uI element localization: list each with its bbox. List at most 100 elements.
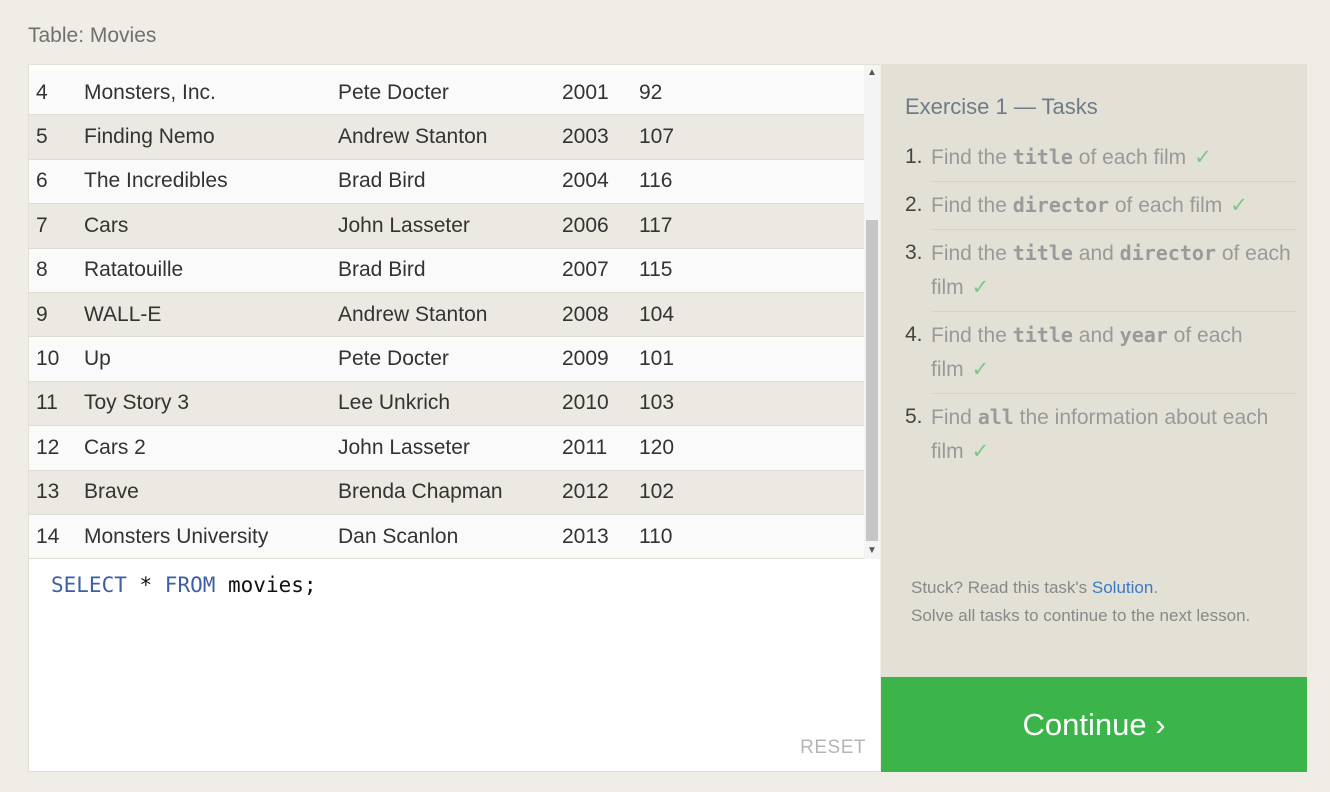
cell-length: 92 <box>639 80 663 104</box>
sql-keyword-from: FROM <box>164 573 216 597</box>
cell-year: 2009 <box>562 347 609 371</box>
cell-director: Brad Bird <box>338 169 426 193</box>
table-row: 7 Cars John Lasseter 2006 117 <box>29 204 864 249</box>
task-divider <box>931 393 1297 394</box>
cell-director: Andrew Stanton <box>338 302 488 326</box>
task-number: 4. <box>905 323 923 346</box>
scroll-down-arrow-icon[interactable]: ▼ <box>864 543 880 559</box>
cell-year: 2012 <box>562 480 609 504</box>
help-text: Stuck? Read this task's Solution. Solve … <box>911 574 1271 630</box>
cell-id: 7 <box>36 213 48 237</box>
cell-year: 2001 <box>562 80 609 104</box>
cell-length: 120 <box>639 435 675 459</box>
cell-id: 13 <box>36 480 60 504</box>
task-divider <box>931 311 1297 312</box>
cell-year: 2004 <box>562 169 609 193</box>
task-number: 3. <box>905 241 923 264</box>
cell-year: 2003 <box>562 125 609 149</box>
checkmark-icon: ✓ <box>1230 194 1248 217</box>
cell-length: 101 <box>639 347 675 371</box>
cell-director: John Lasseter <box>338 435 470 459</box>
task-text: and <box>1072 324 1120 347</box>
cell-title: The Incredibles <box>84 169 228 193</box>
task-item: 2. Find the director of each film ✓ <box>905 188 1297 230</box>
task-text: Find the <box>931 324 1013 347</box>
cell-title: Finding Nemo <box>84 125 215 149</box>
checkmark-icon: ✓ <box>971 440 990 463</box>
table-row: 5 Finding Nemo Andrew Stanton 2003 107 <box>29 115 864 160</box>
scroll-up-arrow-icon[interactable]: ▲ <box>864 65 880 81</box>
cell-id: 9 <box>36 302 48 326</box>
task-text: Find the <box>931 194 1013 217</box>
cell-title: Brave <box>84 480 139 504</box>
task-code-word: year <box>1119 323 1168 347</box>
task-text: of each film <box>1109 194 1223 217</box>
task-text: Find the <box>931 146 1013 169</box>
table-row: 11 Toy Story 3 Lee Unkrich 2010 103 <box>29 381 864 427</box>
table-row: 10 Up Pete Docter 2009 101 <box>29 337 864 382</box>
task-number: 5. <box>905 405 923 428</box>
checkmark-icon: ✓ <box>971 358 990 381</box>
cell-year: 2006 <box>562 213 609 237</box>
task-text: Find <box>931 406 978 429</box>
sql-editor[interactable]: SELECT * FROM movies; RESET <box>29 559 880 771</box>
task-text: of each film <box>1072 146 1187 169</box>
stuck-suffix: . <box>1153 578 1159 597</box>
table-row: 12 Cars 2 John Lasseter 2011 120 <box>29 426 864 471</box>
cell-director: Lee Unkrich <box>338 391 451 415</box>
sql-keyword-select: SELECT <box>51 573 127 597</box>
cell-id: 4 <box>36 80 48 104</box>
checkmark-icon: ✓ <box>971 276 990 299</box>
table-row: 8 Ratatouille Brad Bird 2007 115 <box>29 248 864 293</box>
cell-id: 10 <box>36 347 60 371</box>
cell-length: 103 <box>639 391 675 415</box>
cell-director: Brad Bird <box>338 258 426 282</box>
solution-link[interactable]: Solution <box>1092 578 1153 597</box>
cell-title: Ratatouille <box>84 258 184 282</box>
cell-length: 107 <box>639 125 675 149</box>
cell-length: 116 <box>639 169 673 193</box>
cell-length: 117 <box>639 213 673 237</box>
task-item: 3. Find the title and director of each fi… <box>905 236 1297 312</box>
cell-title: Cars <box>84 213 129 237</box>
cell-title: Monsters University <box>84 524 269 548</box>
task-code-word: title <box>1012 145 1073 169</box>
sql-star: * <box>126 573 165 597</box>
sql-query-line[interactable]: SELECT * FROM movies; <box>51 573 317 597</box>
cell-year: 2010 <box>562 391 609 415</box>
cell-director: Andrew Stanton <box>338 125 488 149</box>
query-panel: 4 Monsters, Inc. Pete Docter 2001 92 5 Finding… <box>28 64 880 772</box>
task-item: 4. Find the title and year of each film ✓ <box>905 318 1297 394</box>
cell-id: 5 <box>36 125 48 149</box>
reset-button[interactable]: RESET <box>800 737 866 759</box>
scroll-thumb[interactable] <box>866 220 878 541</box>
task-list: 1. Find the title of each film ✓ 2. Find the… <box>905 140 1297 469</box>
cell-length: 102 <box>639 480 675 504</box>
table-row: 13 Brave Brenda Chapman 2012 102 <box>29 470 864 515</box>
table-row: 6 The Incredibles Brad Bird 2004 116 <box>29 159 864 205</box>
cell-year: 2013 <box>562 524 609 548</box>
cell-title: Up <box>84 347 111 371</box>
table-scrollbar[interactable]: ▲ ▼ <box>864 65 880 559</box>
task-code-word: title <box>1012 241 1073 265</box>
cell-length: 104 <box>639 302 675 326</box>
cell-year: 2008 <box>562 302 609 326</box>
task-item: 1. Find the title of each film ✓ <box>905 140 1297 182</box>
cell-id: 6 <box>36 169 48 193</box>
cell-length: 115 <box>639 258 673 282</box>
cell-director: Dan Scanlon <box>338 524 459 548</box>
cell-id: 12 <box>36 435 60 459</box>
table-row: 4 Monsters, Inc. Pete Docter 2001 92 <box>29 71 864 116</box>
task-code-word: director <box>1012 193 1110 217</box>
task-divider <box>931 181 1297 182</box>
sql-table-name: movies; <box>215 573 317 597</box>
task-code-word: director <box>1119 241 1216 265</box>
continue-button[interactable]: Continue › <box>881 677 1307 772</box>
task-divider <box>931 229 1297 230</box>
tasks-panel: Exercise 1 — Tasks 1. Find the title of e… <box>881 64 1307 677</box>
table-body: 4 Monsters, Inc. Pete Docter 2001 92 5 Finding… <box>29 71 864 559</box>
cell-title: Cars 2 <box>84 435 146 459</box>
cell-title: Toy Story 3 <box>84 391 190 415</box>
task-code-word: all <box>977 405 1014 429</box>
solve-all-text: Solve all tasks to continue to the next … <box>911 606 1251 625</box>
